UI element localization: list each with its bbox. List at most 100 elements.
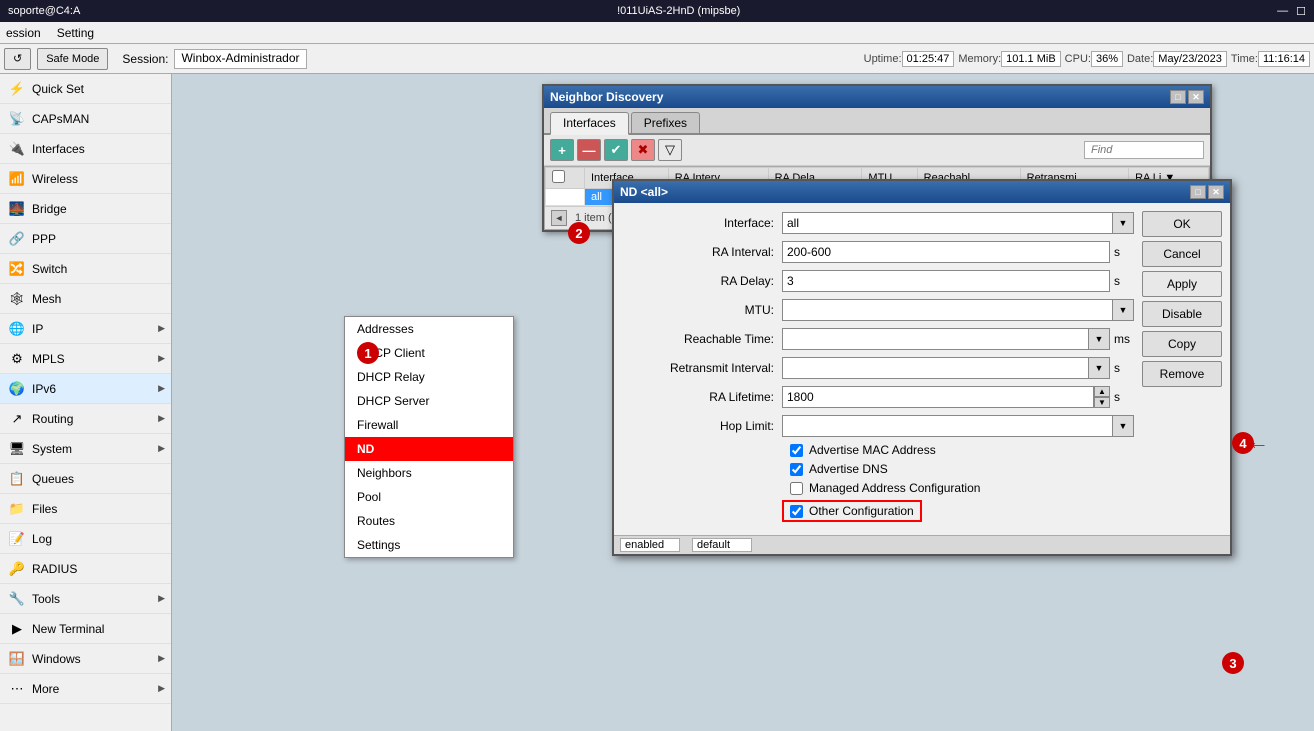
sidebar-item-radius[interactable]: 🔑 RADIUS <box>0 554 171 584</box>
time-label: Time: <box>1231 53 1258 65</box>
nd-cancel-btn[interactable]: Cancel <box>1142 241 1222 267</box>
sidebar-item-system-label: System <box>32 442 72 456</box>
reachable-input-group: ▼ <box>782 328 1110 350</box>
retransmit-input[interactable] <box>782 357 1088 379</box>
sidebar-item-ppp[interactable]: 🔗 PPP <box>0 224 171 254</box>
nd-select-all[interactable] <box>552 170 565 183</box>
other-config-checkbox[interactable] <box>790 505 803 518</box>
managed-addr-checkbox[interactable] <box>790 482 803 495</box>
more-icon: ⋯ <box>8 680 26 698</box>
hop-limit-dropdown-btn[interactable]: ▼ <box>1112 415 1134 437</box>
main-area: ⚡ Quick Set 📡 CAPsMAN 🔌 Interfaces 📶 Wir… <box>0 74 1314 731</box>
ipv6-icon: 🌍 <box>8 380 26 398</box>
sidebar-item-system[interactable]: 🖥 System <box>0 434 171 464</box>
nd-find-input[interactable] <box>1084 141 1204 159</box>
reachable-dropdown-btn[interactable]: ▼ <box>1088 328 1110 350</box>
ra-lifetime-up-btn[interactable]: ▲ <box>1094 386 1110 397</box>
submenu-item-dhcp-relay[interactable]: DHCP Relay <box>345 365 513 389</box>
interface-input[interactable] <box>782 212 1112 234</box>
sidebar-item-new-terminal[interactable]: ▶ New Terminal <box>0 614 171 644</box>
safe-mode-btn[interactable]: Safe Mode <box>37 48 108 70</box>
title-bar-max[interactable]: ☐ <box>1296 5 1306 18</box>
toolbar-refresh-btn[interactable]: ↺ <box>4 48 31 70</box>
sidebar-item-tools[interactable]: 🔧 Tools <box>0 584 171 614</box>
nd-disable-btn[interactable]: Disable <box>1142 301 1222 327</box>
title-bar-min[interactable]: — <box>1277 5 1288 18</box>
nd-window-close[interactable]: ✕ <box>1188 90 1204 104</box>
submenu-item-firewall[interactable]: Firewall <box>345 413 513 437</box>
sidebar-item-tools-label: Tools <box>32 592 60 606</box>
sidebar-item-capsman[interactable]: 📡 CAPsMAN <box>0 104 171 134</box>
sidebar-item-queues[interactable]: 📋 Queues <box>0 464 171 494</box>
advertise-mac-checkbox[interactable] <box>790 444 803 457</box>
submenu-item-pool[interactable]: Pool <box>345 485 513 509</box>
hop-limit-input[interactable] <box>782 415 1112 437</box>
nd-add-btn[interactable]: + <box>550 139 574 161</box>
nd-dialog-buttons: OK Cancel Apply Disable Copy Remove <box>1142 211 1222 527</box>
sidebar-item-mpls[interactable]: ⚙ MPLS <box>0 344 171 374</box>
nd-scroll-left-btn[interactable]: ◄ <box>551 210 567 226</box>
sidebar-item-quick-set[interactable]: ⚡ Quick Set <box>0 74 171 104</box>
nd-tab-interfaces[interactable]: Interfaces <box>550 112 629 135</box>
sidebar-item-wireless[interactable]: 📶 Wireless <box>0 164 171 194</box>
memory-label: Memory: <box>958 53 1001 65</box>
submenu-item-routes[interactable]: Routes <box>345 509 513 533</box>
ppp-icon: 🔗 <box>8 230 26 248</box>
nd-dialog-close[interactable]: ✕ <box>1208 185 1224 199</box>
mtu-dropdown-btn[interactable]: ▼ <box>1112 299 1134 321</box>
submenu-item-neighbors[interactable]: Neighbors <box>345 461 513 485</box>
ra-delay-input[interactable] <box>782 270 1110 292</box>
menu-session[interactable]: ession <box>6 26 41 40</box>
submenu-item-addresses[interactable]: Addresses <box>345 317 513 341</box>
sidebar-item-log[interactable]: 📝 Log <box>0 524 171 554</box>
nd-filter-btn[interactable]: ▽ <box>658 139 682 161</box>
sidebar-item-ipv6[interactable]: 🌍 IPv6 <box>0 374 171 404</box>
sidebar-item-routing[interactable]: ↗ Routing <box>0 404 171 434</box>
mtu-input[interactable] <box>782 299 1112 321</box>
form-row-hop-limit: Hop Limit: ▼ <box>622 414 1134 438</box>
interface-dropdown-btn[interactable]: ▼ <box>1112 212 1134 234</box>
hop-limit-label: Hop Limit: <box>622 419 782 433</box>
mtu-input-group: ▼ <box>782 299 1134 321</box>
nd-disable-btn[interactable]: ✖ <box>631 139 655 161</box>
ra-lifetime-input[interactable] <box>782 386 1094 408</box>
sidebar-item-switch[interactable]: 🔀 Switch <box>0 254 171 284</box>
sidebar-item-windows[interactable]: 🪟 Windows <box>0 644 171 674</box>
reachable-label: Reachable Time: <box>622 332 782 346</box>
menu-setting[interactable]: Setting <box>57 26 94 40</box>
sidebar-item-interfaces[interactable]: 🔌 Interfaces <box>0 134 171 164</box>
ra-lifetime-down-btn[interactable]: ▼ <box>1094 397 1110 408</box>
nd-copy-btn[interactable]: Copy <box>1142 331 1222 357</box>
session-label: Session: <box>122 52 168 66</box>
retransmit-unit: s <box>1114 361 1134 375</box>
form-row-mtu: MTU: ▼ <box>622 298 1134 322</box>
advertise-dns-checkbox[interactable] <box>790 463 803 476</box>
ra-delay-label: RA Delay: <box>622 274 782 288</box>
nd-dialog-minimize[interactable]: □ <box>1190 185 1206 199</box>
nd-window-minimize[interactable]: □ <box>1170 90 1186 104</box>
sidebar-item-mesh[interactable]: 🕸 Mesh <box>0 284 171 314</box>
hop-limit-input-group: ▼ <box>782 415 1134 437</box>
nd-apply-btn[interactable]: Apply <box>1142 271 1222 297</box>
nd-ok-btn[interactable]: OK <box>1142 211 1222 237</box>
status-bar-top: Uptime: 01:25:47 Memory: 101.1 MiB CPU: … <box>864 51 1310 67</box>
nd-enable-btn[interactable]: ✔ <box>604 139 628 161</box>
submenu-item-settings[interactable]: Settings <box>345 533 513 557</box>
sidebar-item-ip[interactable]: 🌐 IP <box>0 314 171 344</box>
sidebar-item-more[interactable]: ⋯ More <box>0 674 171 704</box>
submenu-item-dhcp-server[interactable]: DHCP Server <box>345 389 513 413</box>
ra-interval-input[interactable] <box>782 241 1110 263</box>
nd-remove-btn[interactable]: — <box>577 139 601 161</box>
sidebar-item-bridge[interactable]: 🌉 Bridge <box>0 194 171 224</box>
sidebar-item-files[interactable]: 📁 Files <box>0 494 171 524</box>
reachable-input[interactable] <box>782 328 1088 350</box>
nd-tab-prefixes[interactable]: Prefixes <box>631 112 700 133</box>
sidebar-item-capsman-label: CAPsMAN <box>32 112 89 126</box>
bridge-icon: 🌉 <box>8 200 26 218</box>
retransmit-dropdown-btn[interactable]: ▼ <box>1088 357 1110 379</box>
tools-icon: 🔧 <box>8 590 26 608</box>
submenu-item-nd[interactable]: ND <box>345 437 513 461</box>
memory-value: 101.1 MiB <box>1001 51 1061 67</box>
nd-remove-btn[interactable]: Remove <box>1142 361 1222 387</box>
form-row-advertise-dns: Advertise DNS <box>622 462 1134 476</box>
